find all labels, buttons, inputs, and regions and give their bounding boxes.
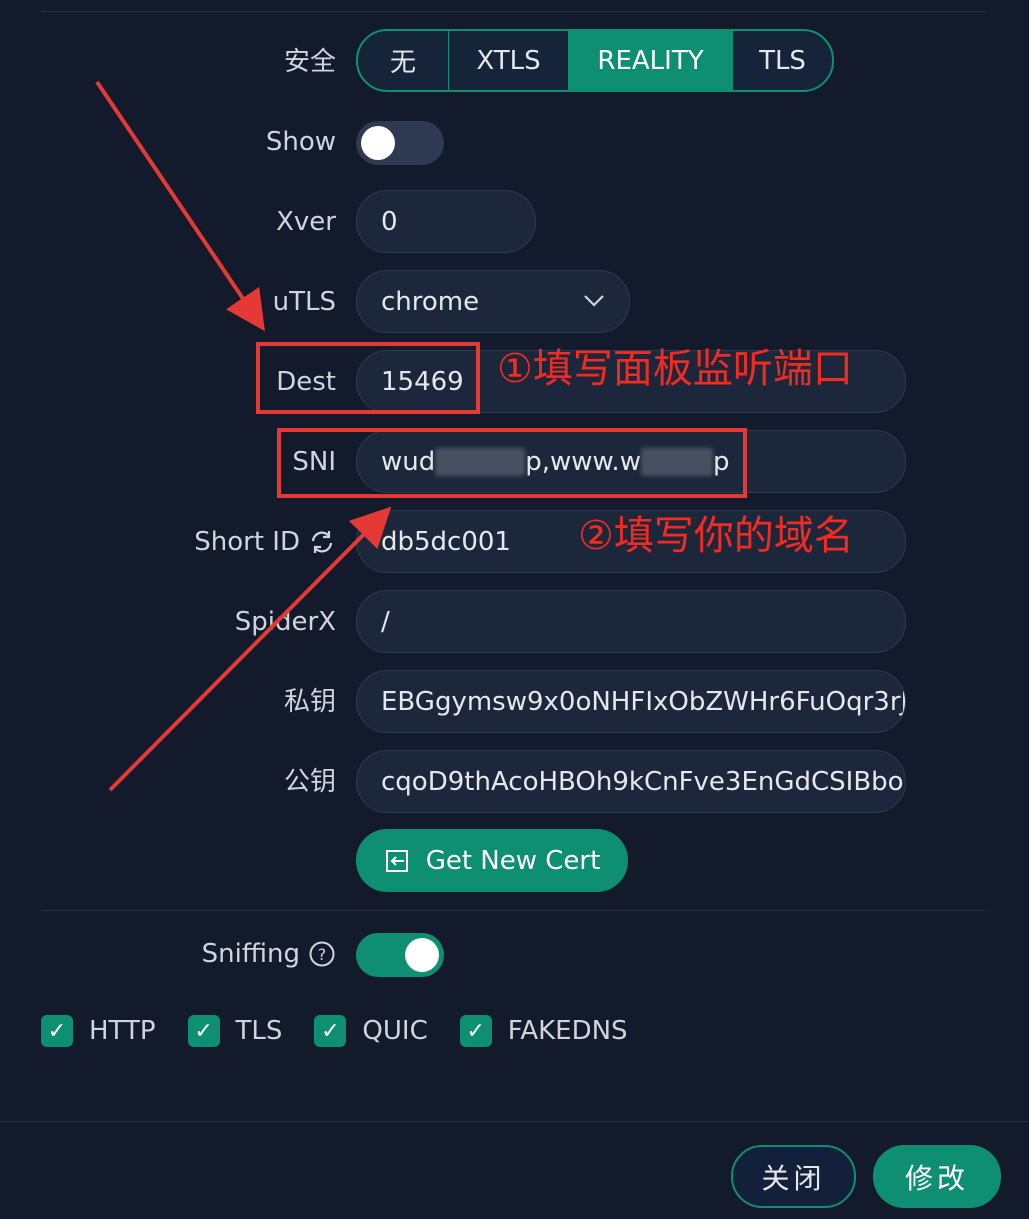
checkbox-tls[interactable]: ✓ TLS (187, 1015, 283, 1047)
check-icon: ✓ (314, 1015, 347, 1047)
show-toggle[interactable] (356, 121, 444, 165)
checkbox-fakedns[interactable]: ✓ FAKEDNS (459, 1015, 628, 1047)
submit-button[interactable]: 修改 (873, 1145, 1001, 1208)
public-key-label: 公钥 (283, 767, 336, 797)
get-new-cert-label: Get New Cert (425, 845, 601, 876)
show-label: Show (265, 127, 336, 157)
sniffing-label-group: Sniffing ? (202, 937, 336, 971)
checkbox-http[interactable]: ✓ HTTP (41, 1015, 156, 1047)
public-key-input[interactable]: cqoD9thAcoHBOh9kCnFve3EnGdCSIBboI (356, 750, 906, 813)
xver-input[interactable]: 0 (356, 190, 536, 253)
dest-override-checkboxes: ✓ HTTP ✓ TLS ✓ QUIC ✓ FAKEDNS (41, 1015, 660, 1047)
show-toggle-knob (361, 126, 395, 160)
utls-selected-value: chrome (381, 286, 480, 317)
checkbox-quic[interactable]: ✓ QUIC (314, 1015, 428, 1047)
section-divider (41, 910, 985, 911)
checkbox-label: QUIC (362, 1016, 428, 1046)
xver-label: Xver (276, 207, 336, 237)
import-icon (384, 848, 410, 874)
arrow-to-dest (95, 80, 265, 332)
check-icon: ✓ (187, 1015, 220, 1047)
security-option-none[interactable]: 无 (358, 31, 449, 90)
get-new-cert-button[interactable]: Get New Cert (356, 829, 628, 892)
short-id-label: Short ID (194, 527, 300, 557)
security-option-reality[interactable]: REALITY (569, 31, 733, 90)
security-option-tls[interactable]: TLS (733, 31, 832, 90)
sni-highlight-box (277, 428, 747, 498)
sniffing-label: Sniffing (201, 939, 300, 969)
annotation-step1: ①填写面板监听端口 (497, 346, 853, 392)
short-id-label-group: Short ID (194, 525, 336, 559)
spiderx-label: SpiderX (234, 607, 336, 637)
security-selector: 无 XTLS REALITY TLS (356, 29, 834, 92)
close-button[interactable]: 关闭 (731, 1145, 856, 1208)
security-label: 安全 (283, 47, 336, 77)
top-divider (41, 11, 985, 12)
spiderx-input[interactable]: / (356, 590, 906, 653)
check-icon: ✓ (459, 1015, 492, 1047)
checkbox-label: FAKEDNS (507, 1016, 628, 1046)
reality-settings-panel: 安全 无 XTLS REALITY TLS Show Xver 0 uTLS c… (0, 0, 1029, 1219)
checkbox-label: TLS (235, 1016, 283, 1046)
annotation-step2: ②填写你的域名 (578, 513, 854, 559)
refresh-icon[interactable] (308, 528, 336, 556)
check-icon: ✓ (41, 1015, 73, 1047)
footer-divider (0, 1121, 1029, 1122)
sniffing-toggle[interactable] (356, 933, 444, 977)
utls-select[interactable]: chrome (356, 270, 630, 333)
svg-text:?: ? (318, 945, 327, 964)
sniffing-toggle-knob (405, 938, 439, 972)
chevron-down-icon (583, 289, 605, 314)
help-icon[interactable]: ? (308, 940, 336, 968)
utls-label: uTLS (272, 287, 336, 317)
security-option-xtls[interactable]: XTLS (449, 31, 569, 90)
checkbox-label: HTTP (89, 1016, 156, 1046)
private-key-label: 私钥 (283, 687, 336, 717)
dest-highlight-box (256, 342, 480, 414)
private-key-input[interactable]: EBGgymsw9x0oNHFIxObZWHr6FuOqr3rJ (356, 670, 906, 733)
